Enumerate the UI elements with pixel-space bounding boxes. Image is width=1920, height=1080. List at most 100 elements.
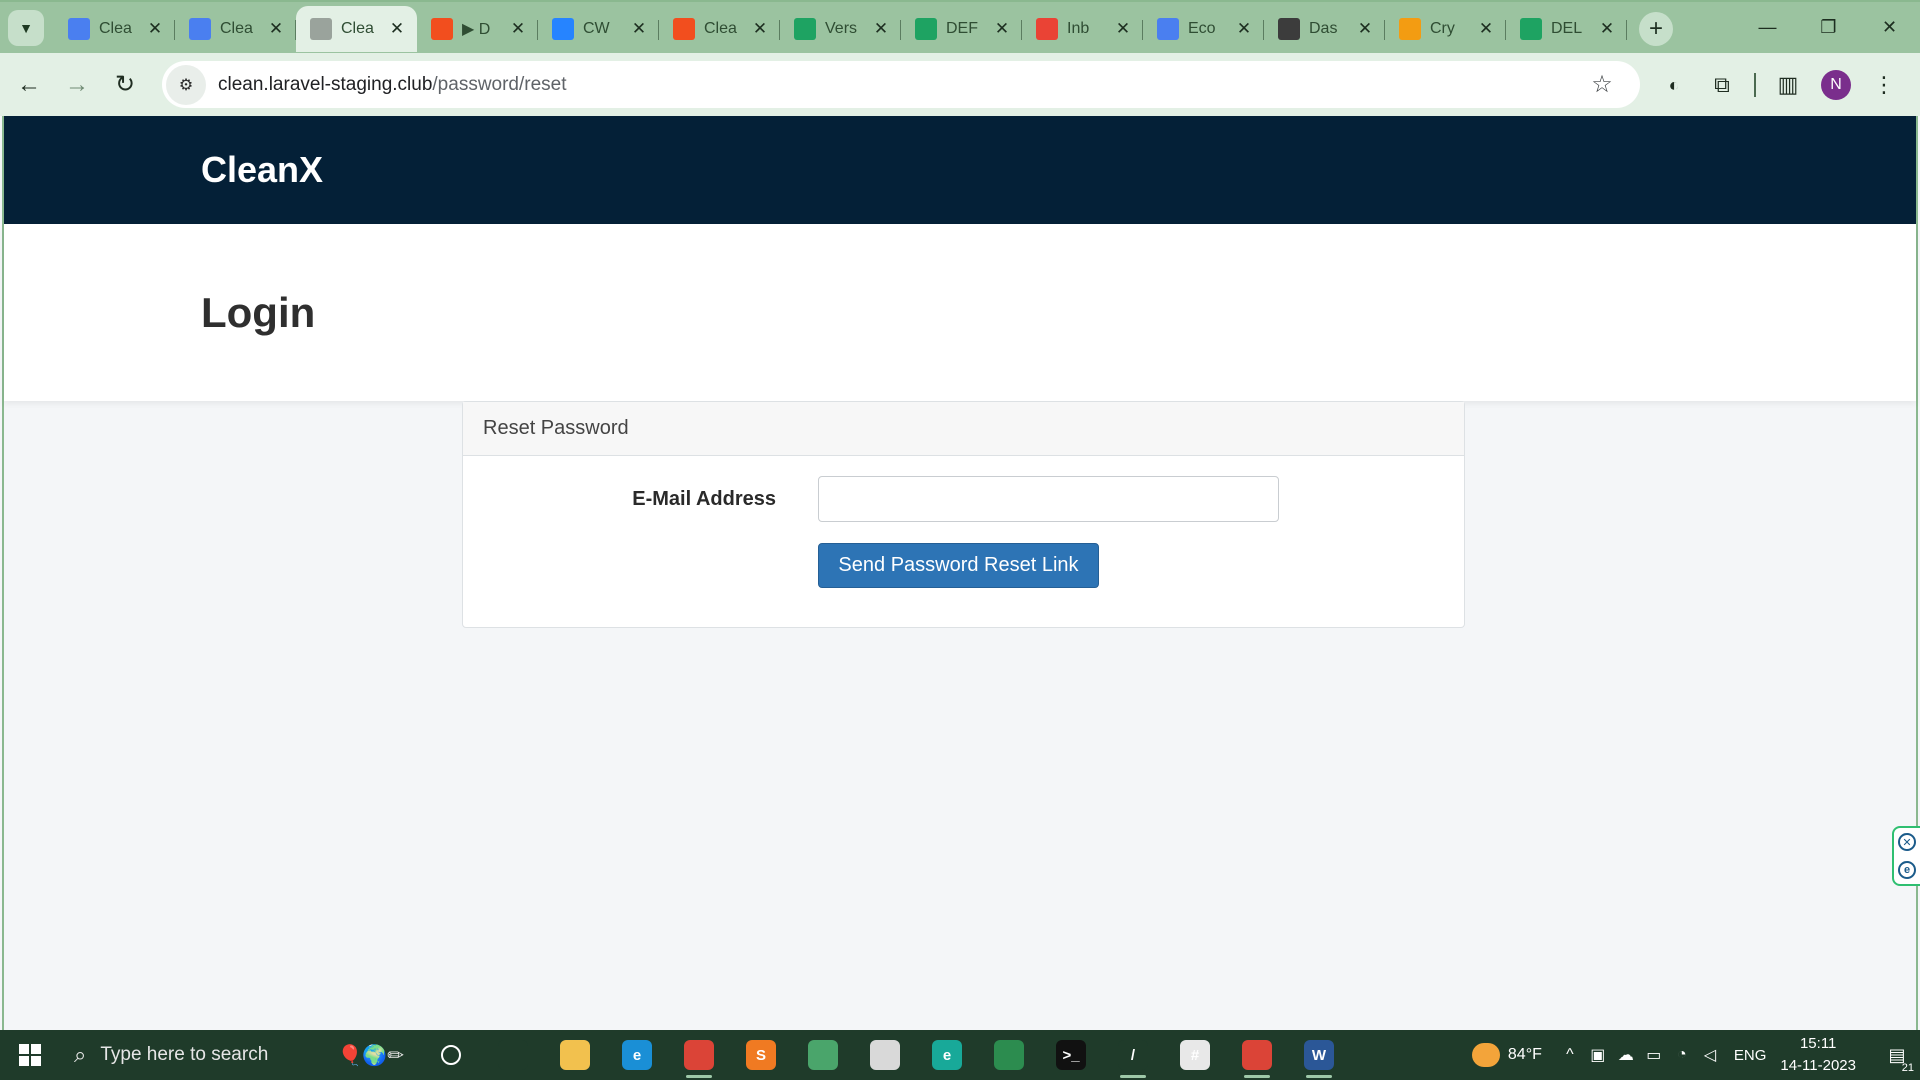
new-tab-button[interactable]: + [1639, 12, 1673, 46]
search-icon: ⌕ [74, 1042, 87, 1067]
word-icon[interactable]: W [1288, 1030, 1350, 1080]
close-window-icon[interactable]: ✕ [1859, 4, 1920, 50]
send-reset-link-button[interactable]: Send Password Reset Link [818, 543, 1099, 588]
app-glyph: e [932, 1040, 962, 1070]
slack-icon[interactable]: # [1164, 1030, 1226, 1080]
cloud-icon[interactable]: ☁ [1612, 1045, 1640, 1065]
tab-title: Das [1309, 20, 1338, 37]
edge-dev-icon[interactable]: e [916, 1030, 978, 1080]
start-button[interactable] [0, 1030, 60, 1080]
chrome-profile-icon[interactable] [1226, 1030, 1288, 1080]
reset-password-card: Reset Password E-Mail Address Send Passw… [462, 401, 1465, 628]
wordpress-icon [1278, 18, 1300, 40]
extension-icon[interactable]: ◐ [1650, 63, 1698, 107]
browser-tab[interactable]: Das ✕ [1264, 6, 1385, 52]
address-bar[interactable]: ⚙ clean.laravel-staging.club/password/re… [162, 61, 1640, 108]
browser-tab[interactable]: Clea ✕ [175, 6, 296, 52]
brand-logo[interactable]: CleanX [201, 149, 323, 191]
tab-title: Eco [1188, 20, 1216, 37]
task-view-icon[interactable] [482, 1030, 544, 1080]
app-glyph: e [622, 1040, 652, 1070]
close-tab-icon[interactable]: ✕ [266, 19, 286, 39]
site-settings-icon[interactable]: ⚙ [166, 64, 206, 105]
taskbar-search[interactable]: ⌕ Type here to search 🎈🌍✏ [60, 1030, 420, 1080]
url-text[interactable]: clean.laravel-staging.club/password/rese… [218, 74, 1582, 96]
paint-icon[interactable] [854, 1030, 916, 1080]
close-tab-icon[interactable]: ✕ [1476, 19, 1496, 39]
page-heading-area: Login [4, 224, 1916, 401]
browser-tab[interactable]: CW ✕ [538, 6, 659, 52]
close-tab-icon[interactable]: ✕ [1355, 19, 1375, 39]
wifi-icon[interactable]: ◔ [1668, 1046, 1696, 1064]
restore-icon[interactable]: ❐ [1798, 4, 1859, 50]
chevron-down-icon: ▼ [19, 20, 33, 36]
sheets-icon [1520, 18, 1542, 40]
device-icon[interactable]: ▣ [1584, 1045, 1612, 1065]
close-tab-icon[interactable]: ✕ [1597, 19, 1617, 39]
notepad-icon[interactable] [792, 1030, 854, 1080]
side-panel-icon[interactable]: ▥ [1764, 63, 1812, 107]
terminal-icon[interactable]: >_ [1040, 1030, 1102, 1080]
sublime-icon[interactable]: S [730, 1030, 792, 1080]
back-button[interactable]: ← [6, 62, 52, 108]
browser-tab[interactable]: Clea ✕ [54, 6, 175, 52]
edge-icon[interactable]: e [606, 1030, 668, 1080]
battery-icon[interactable]: ▭ [1640, 1045, 1668, 1065]
browser-tab[interactable]: Clea ✕ [296, 6, 417, 52]
figma-icon [673, 18, 695, 40]
pen-icon[interactable]: / [1102, 1030, 1164, 1080]
app-glyph: W [1304, 1040, 1334, 1070]
close-tab-icon[interactable]: ✕ [508, 19, 528, 39]
browser-tab[interactable]: Inb ✕ [1022, 6, 1143, 52]
close-circle-icon[interactable]: ✕ [1898, 833, 1916, 851]
close-tab-icon[interactable]: ✕ [992, 19, 1012, 39]
url-path: /password/reset [432, 73, 567, 95]
tab-title: DEF [946, 20, 978, 37]
arrow-right-icon: → [65, 70, 89, 98]
notification-center-button[interactable]: ▤ 21 [1874, 1030, 1920, 1080]
browser-tab[interactable]: ▶ D ✕ [417, 6, 538, 52]
widget-e-icon[interactable]: e [1898, 861, 1916, 879]
browser-tab[interactable]: Cry ✕ [1385, 6, 1506, 52]
close-tab-icon[interactable]: ✕ [145, 19, 165, 39]
close-tab-icon[interactable]: ✕ [1234, 19, 1254, 39]
browser-tab[interactable]: Eco ✕ [1143, 6, 1264, 52]
chrome-icon[interactable] [668, 1030, 730, 1080]
email-field[interactable] [818, 476, 1279, 522]
close-tab-icon[interactable]: ✕ [387, 19, 407, 39]
app-glyph [560, 1040, 590, 1070]
browser-tab[interactable]: DEL ✕ [1506, 6, 1627, 52]
more-menu-icon[interactable]: ⋮ [1860, 63, 1908, 107]
browser-tab[interactable]: DEF ✕ [901, 6, 1022, 52]
minimize-icon[interactable]: — [1737, 4, 1798, 50]
site-header: CleanX [4, 116, 1916, 224]
figma-icon [431, 18, 453, 40]
email-label: E-Mail Address [632, 488, 776, 510]
language-indicator[interactable]: ENG [1734, 1047, 1767, 1064]
tab-title: CW [583, 20, 610, 37]
meet-icon[interactable] [978, 1030, 1040, 1080]
clock[interactable]: 15:11 14-11-2023 [1780, 1033, 1856, 1077]
file-explorer-icon[interactable] [544, 1030, 606, 1080]
profile-button[interactable]: N [1812, 63, 1860, 107]
close-tab-icon[interactable]: ✕ [1113, 19, 1133, 39]
forward-button[interactable]: → [54, 62, 100, 108]
close-tab-icon[interactable]: ✕ [750, 19, 770, 39]
volume-icon[interactable]: ◁ [1696, 1045, 1724, 1065]
close-tab-icon[interactable]: ✕ [629, 19, 649, 39]
bookmark-star-icon[interactable]: ☆ [1582, 70, 1622, 99]
weather-icon [1471, 1043, 1500, 1067]
weather-widget[interactable]: 84°F [1471, 1043, 1542, 1067]
app-glyph [498, 1040, 528, 1070]
cortana-icon[interactable] [420, 1030, 482, 1080]
close-tab-icon[interactable]: ✕ [871, 19, 891, 39]
tab-title: Vers [825, 20, 858, 37]
tab-search-button[interactable]: ▼ [8, 10, 44, 46]
windows-taskbar: ⌕ Type here to search 🎈🌍✏ e Se >_ / # W 84°F … [0, 1030, 1920, 1080]
extensions-puzzle-icon[interactable]: ⧉ [1698, 63, 1746, 107]
browser-tab[interactable]: Vers ✕ [780, 6, 901, 52]
docs-icon [1157, 18, 1179, 40]
chevron-up-icon[interactable]: ^ [1556, 1046, 1584, 1064]
reload-button[interactable]: ↻ [102, 62, 148, 108]
browser-tab[interactable]: Clea ✕ [659, 6, 780, 52]
